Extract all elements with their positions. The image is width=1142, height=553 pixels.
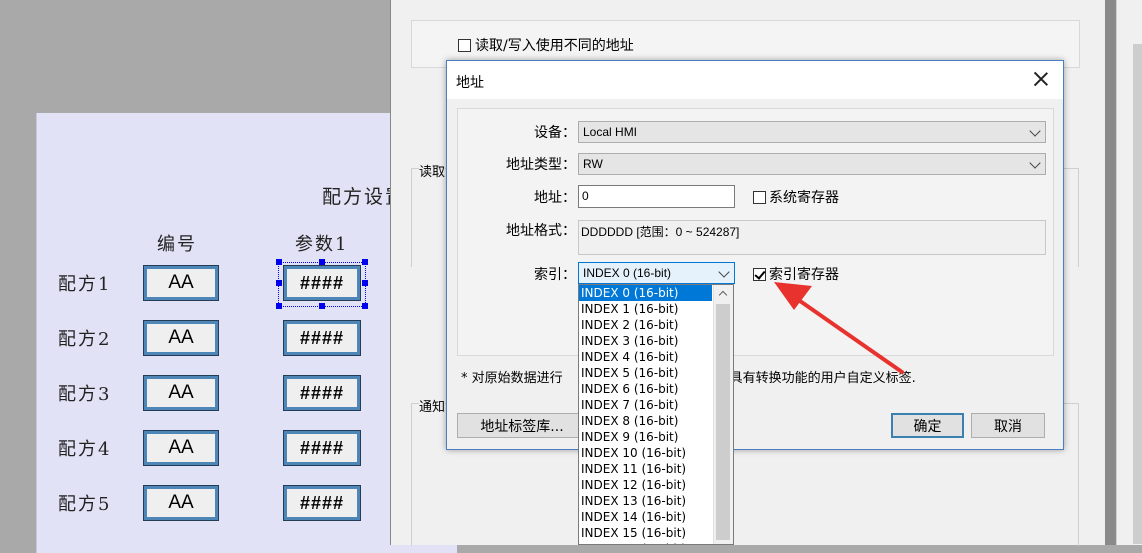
notify-group-border-right (1064, 403, 1079, 546)
address-format-value: DDDDDD [范围：0 ~ 524287] (578, 220, 1046, 255)
index-option[interactable]: INDEX 16 (16-bit) (579, 541, 712, 544)
notify-group-border (411, 403, 448, 546)
address-type-select-value: RW (583, 157, 603, 171)
annotation-arrow-shaft (788, 292, 904, 374)
read-group-label: 读取 (419, 161, 446, 180)
recipe-param-object[interactable]: #### (283, 320, 361, 356)
index-option[interactable]: INDEX 7 (16-bit) (579, 397, 712, 413)
recipe-row-label: 配方5 (58, 494, 112, 515)
recipe-row-label: 配方1 (58, 274, 112, 295)
index-option[interactable]: INDEX 5 (16-bit) (579, 365, 712, 381)
index-select-value: INDEX 0 (16-bit) (583, 266, 672, 280)
chevron-up-icon[interactable] (714, 285, 733, 302)
index-option[interactable]: INDEX 9 (16-bit) (579, 429, 712, 445)
dropdown-scrollbar-thumb[interactable] (716, 304, 730, 540)
index-option[interactable]: INDEX 6 (16-bit) (579, 381, 712, 397)
column-header-id: 编号 (157, 234, 197, 255)
rw-different-address-label: 读取/写入使用不同的地址 (475, 38, 634, 54)
recipe-row-label: 配方2 (58, 329, 112, 350)
recipe-id-object[interactable]: AA (143, 265, 219, 301)
recipe-row-label: 配方4 (58, 439, 112, 460)
index-option[interactable]: INDEX 10 (16-bit) (579, 445, 712, 461)
index-select[interactable]: INDEX 0 (16-bit) (578, 262, 735, 284)
properties-scrollbar-thumb[interactable] (1133, 44, 1142, 544)
resize-handle[interactable] (319, 303, 325, 309)
index-label: 索引： (534, 267, 576, 283)
index-option[interactable]: INDEX 8 (16-bit) (579, 413, 712, 429)
cancel-button[interactable]: 取消 (971, 413, 1045, 438)
recipe-param-object[interactable]: #### (283, 485, 361, 521)
annotation-arrow (774, 282, 904, 374)
address-format-label: 地址格式： (506, 223, 576, 239)
resize-handle[interactable] (276, 280, 282, 286)
column-header-param1: 参数1 (295, 234, 349, 255)
address-type-label: 地址类型： (506, 157, 576, 173)
resize-handle[interactable] (319, 259, 325, 265)
recipe-id-object[interactable]: AA (143, 485, 219, 521)
address-input[interactable]: 0 (578, 185, 735, 208)
conversion-note-head: * 对原始数据进行 (461, 371, 563, 386)
dropdown-scrollbar[interactable] (713, 285, 733, 544)
recipe-row-label: 配方3 (58, 384, 112, 405)
recipe-id-object[interactable]: AA (143, 375, 219, 411)
selection-box (278, 262, 366, 307)
recipe-param-object[interactable]: #### (283, 375, 361, 411)
chevron-down-icon (718, 266, 730, 278)
index-option[interactable]: INDEX 1 (16-bit) (579, 301, 712, 317)
index-option[interactable]: INDEX 11 (16-bit) (579, 461, 712, 477)
index-option[interactable]: INDEX 13 (16-bit) (579, 493, 712, 509)
device-select[interactable]: Local HMI (578, 121, 1046, 143)
chevron-down-icon (1029, 157, 1041, 169)
ok-button[interactable]: 确定 (891, 413, 964, 438)
device-label: 设备： (534, 125, 576, 141)
address-tag-library-button[interactable]: 地址标签库... (457, 413, 587, 438)
resize-handle[interactable] (276, 259, 282, 265)
system-register-option[interactable]: 系统寄存器 (753, 187, 839, 207)
resize-handle[interactable] (276, 303, 282, 309)
index-option[interactable]: INDEX 3 (16-bit) (579, 333, 712, 349)
index-option[interactable]: INDEX 12 (16-bit) (579, 477, 712, 493)
address-label: 地址： (534, 190, 576, 206)
read-group-border-right (1064, 168, 1079, 267)
resize-handle[interactable] (362, 303, 368, 309)
address-dialog-titlebar[interactable]: 地址 (447, 61, 1063, 99)
resize-handle[interactable] (362, 280, 368, 286)
address-dialog-title: 地址 (456, 75, 484, 91)
device-select-value: Local HMI (583, 125, 638, 139)
recipe-param-object[interactable]: #### (283, 430, 361, 466)
resize-handle[interactable] (362, 259, 368, 265)
index-option[interactable]: INDEX 2 (16-bit) (579, 317, 712, 333)
index-dropdown-list[interactable]: INDEX 0 (16-bit) INDEX 1 (16-bit) INDEX 2 … (578, 284, 734, 545)
window-gap (1105, 0, 1116, 545)
address-type-select[interactable]: RW (578, 153, 1046, 175)
index-option[interactable]: INDEX 0 (16-bit) (579, 285, 712, 301)
chevron-down-icon (1029, 125, 1041, 137)
rw-different-address-option[interactable]: 读取/写入使用不同的地址 (458, 35, 634, 55)
recipe-id-object[interactable]: AA (143, 430, 219, 466)
index-option[interactable]: INDEX 4 (16-bit) (579, 349, 712, 365)
rw-different-address-checkbox[interactable] (458, 38, 471, 52)
index-dropdown-items: INDEX 0 (16-bit) INDEX 1 (16-bit) INDEX 2 … (579, 285, 733, 544)
system-register-checkbox[interactable] (753, 190, 766, 204)
address-dialog: 地址 设备： Local HMI 地址类型： RW 地址： 0 系统寄存器 地址… (446, 60, 1064, 450)
close-icon[interactable] (1031, 69, 1051, 89)
notify-group-label: 通知 (419, 396, 446, 415)
read-group-border (411, 168, 448, 267)
recipe-id-object[interactable]: AA (143, 320, 219, 356)
index-option[interactable]: INDEX 15 (16-bit) (579, 525, 712, 541)
index-option[interactable]: INDEX 14 (16-bit) (579, 509, 712, 525)
system-register-label: 系统寄存器 (769, 190, 839, 206)
